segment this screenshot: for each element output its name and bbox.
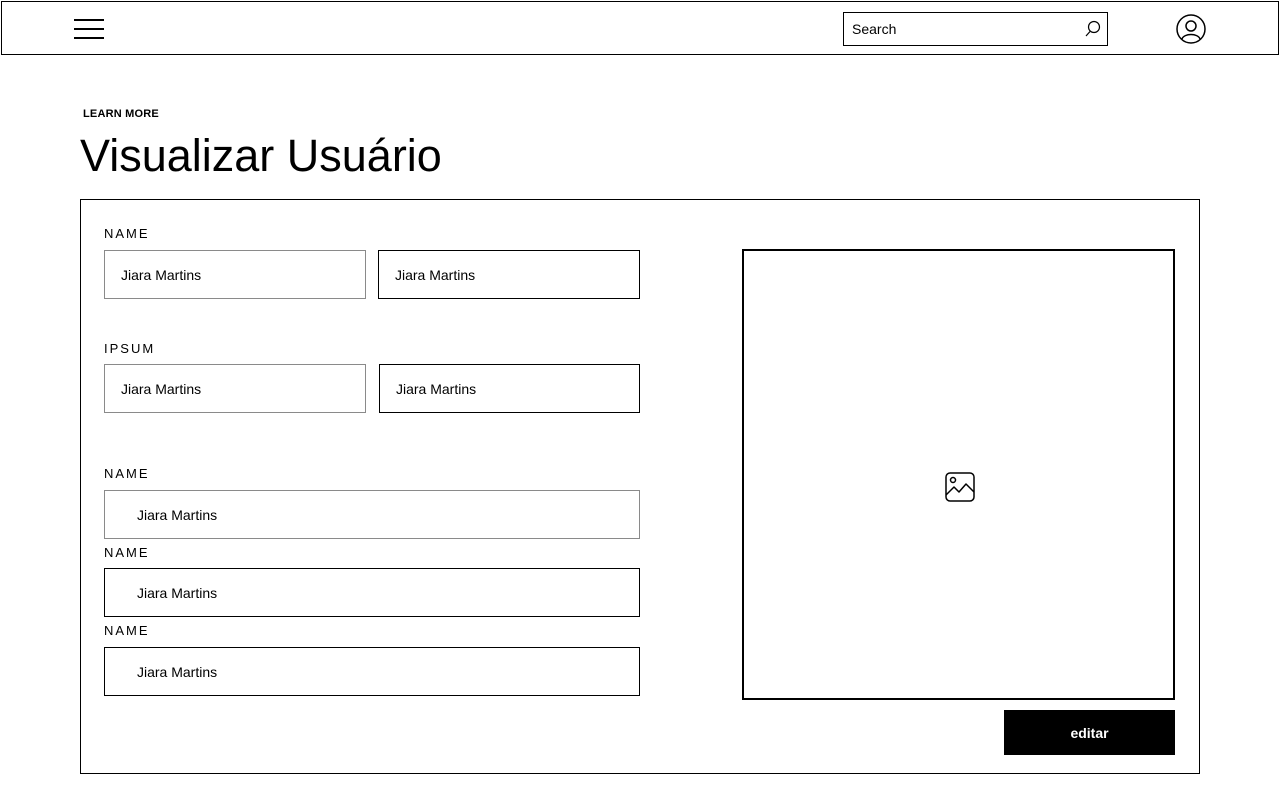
field-label: NAME: [104, 545, 150, 560]
image-icon: [945, 472, 975, 502]
name-first-field[interactable]: [104, 250, 366, 299]
top-navbar: [1, 1, 1279, 55]
hamburger-menu-icon[interactable]: [74, 19, 106, 41]
field-label: NAME: [104, 466, 150, 481]
search-input[interactable]: [844, 13, 1080, 45]
name-second-field[interactable]: [378, 250, 640, 299]
user-details-card: NAME IPSUM NAME NAME NAME editar: [80, 199, 1200, 774]
search-box: [843, 12, 1108, 46]
edit-button[interactable]: editar: [1004, 710, 1175, 755]
user-avatar-icon[interactable]: [1175, 13, 1207, 45]
search-icon[interactable]: [1083, 19, 1103, 39]
field-label: NAME: [104, 623, 150, 638]
learn-more-link[interactable]: LEARN MORE: [83, 108, 159, 120]
page: LEARN MORE Visualizar Usuário NAME IPSUM…: [0, 0, 1280, 800]
page-title: Visualizar Usuário: [80, 130, 442, 181]
name-field-5[interactable]: [104, 647, 640, 696]
image-placeholder[interactable]: [742, 249, 1175, 700]
name-field-4[interactable]: [104, 568, 640, 617]
field-label: IPSUM: [104, 341, 156, 356]
field-label: NAME: [104, 226, 150, 241]
ipsum-second-field[interactable]: [379, 364, 640, 413]
name-field-3[interactable]: [104, 490, 640, 539]
ipsum-first-field[interactable]: [104, 364, 366, 413]
